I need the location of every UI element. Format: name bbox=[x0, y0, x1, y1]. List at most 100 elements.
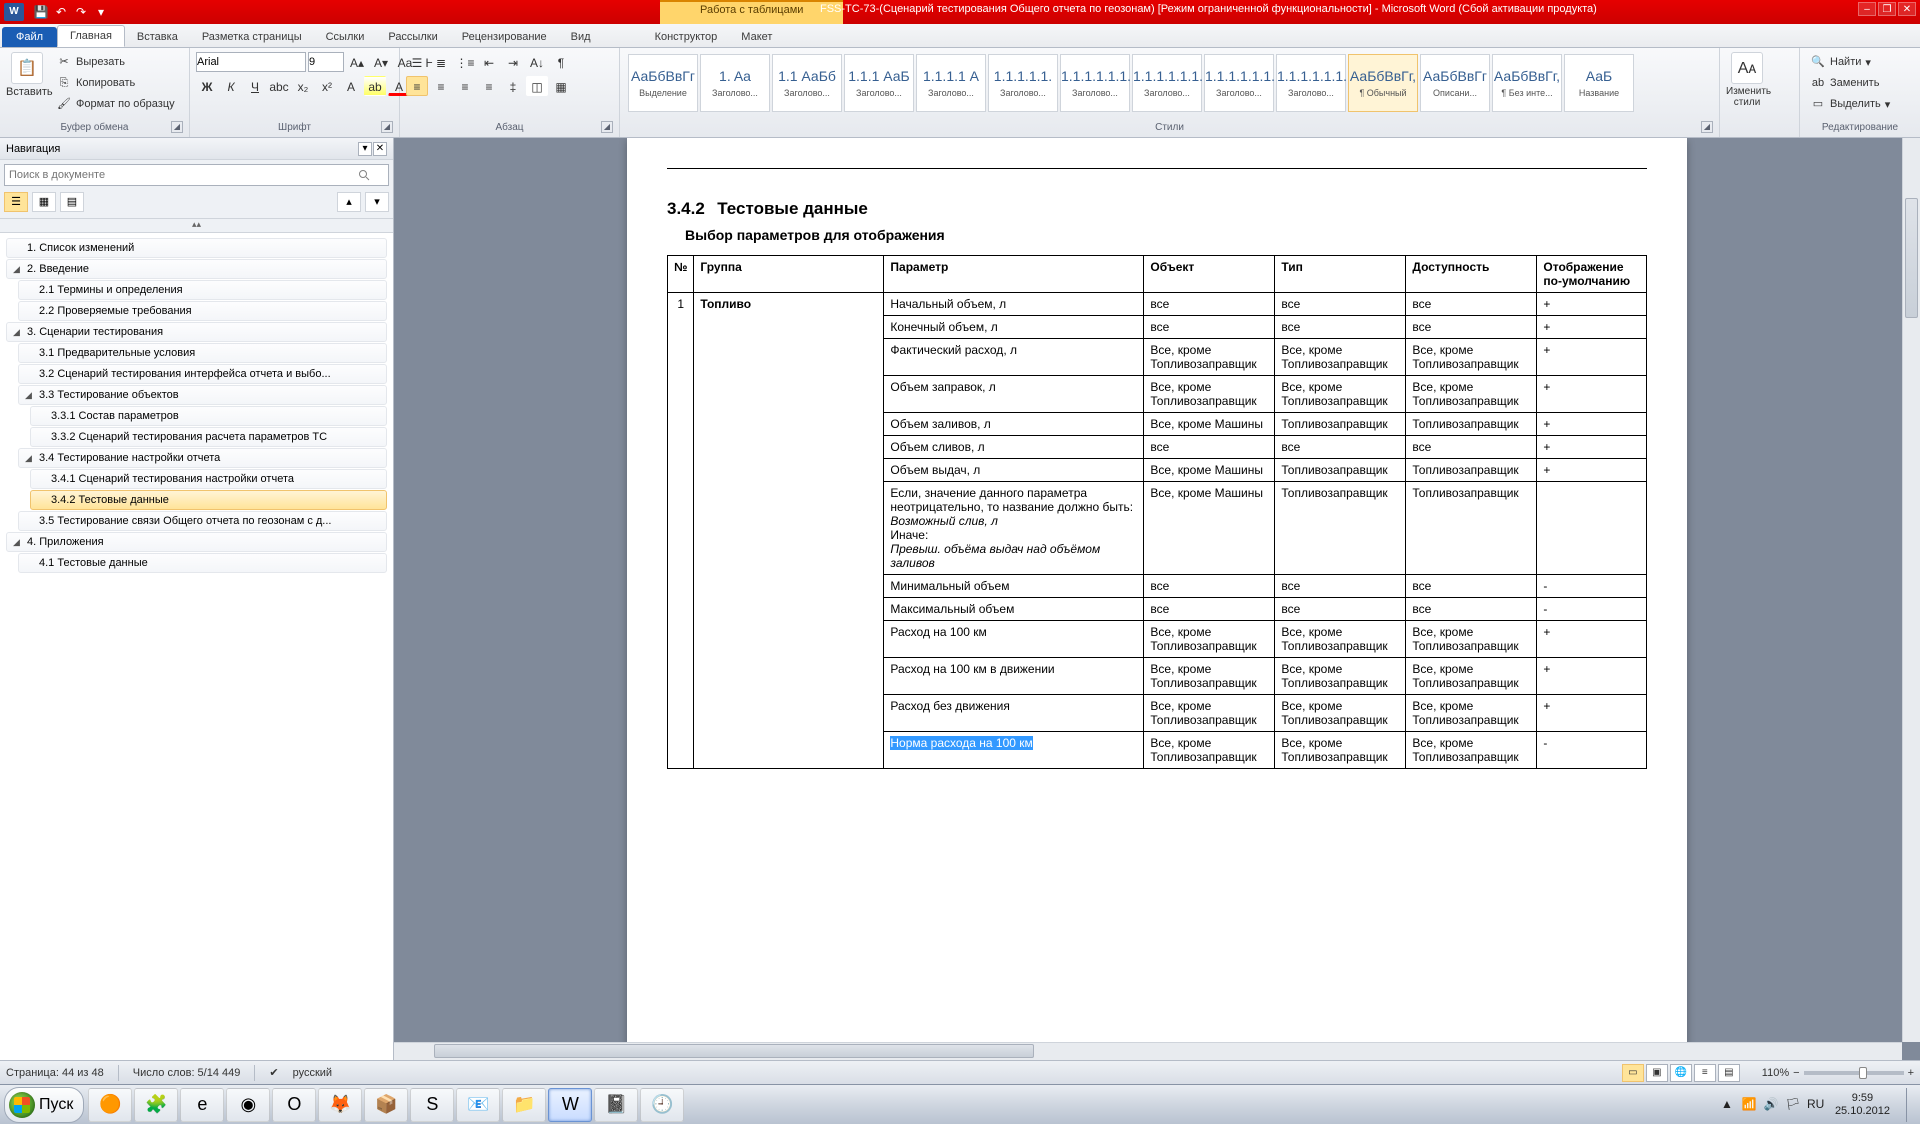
change-styles-button[interactable]: Aᴀ Изменить стили bbox=[1726, 52, 1768, 108]
style-5[interactable]: 1.1.1.1.1.Заголово... bbox=[988, 54, 1058, 112]
strike-icon[interactable]: abc bbox=[268, 76, 290, 96]
nav-node[interactable]: 4.1 Тестовые данные bbox=[18, 553, 387, 573]
zoom-out-icon[interactable]: − bbox=[1793, 1067, 1799, 1079]
align-right-icon[interactable]: ≡ bbox=[454, 76, 476, 96]
horizontal-scrollbar[interactable] bbox=[394, 1042, 1902, 1060]
underline-icon[interactable]: Ч bbox=[244, 76, 266, 96]
style-3[interactable]: 1.1.1 АаБЗаголово... bbox=[844, 54, 914, 112]
nav-view-results-icon[interactable]: ▤ bbox=[60, 192, 84, 212]
font-dialog-launcher[interactable]: ◢ bbox=[381, 121, 393, 133]
view-print-layout-icon[interactable]: ▭ bbox=[1622, 1064, 1644, 1082]
style-2[interactable]: 1.1 АаБбЗаголово... bbox=[772, 54, 842, 112]
hscroll-thumb[interactable] bbox=[434, 1044, 1034, 1058]
nav-node[interactable]: 3.2 Сценарий тестирования интерфейса отч… bbox=[18, 364, 387, 384]
tab-mailings[interactable]: Рассылки bbox=[376, 27, 449, 47]
select-button[interactable]: ▭Выделить ▾ bbox=[1806, 94, 1894, 114]
nav-node[interactable]: ◢3.4 Тестирование настройки отчета bbox=[18, 448, 387, 468]
taskbar-explorer-icon[interactable]: 📁 bbox=[502, 1088, 546, 1122]
nav-node[interactable]: ◢3.3 Тестирование объектов bbox=[18, 385, 387, 405]
qat-save-icon[interactable]: 💾 bbox=[32, 3, 50, 21]
numbering-icon[interactable]: ≣ bbox=[430, 52, 452, 72]
style-0[interactable]: АаБбВвГгВыделение bbox=[628, 54, 698, 112]
qat-redo-icon[interactable]: ↷ bbox=[72, 3, 90, 21]
style-12[interactable]: АаБбВвГг,¶ Без инте... bbox=[1492, 54, 1562, 112]
bold-icon[interactable]: Ж bbox=[196, 76, 218, 96]
style-8[interactable]: 1.1.1.1.1.1.Заголово... bbox=[1204, 54, 1274, 112]
close-button[interactable]: ✕ bbox=[1898, 2, 1916, 16]
paragraph-dialog-launcher[interactable]: ◢ bbox=[601, 121, 613, 133]
tray-lang-icon[interactable]: RU bbox=[1807, 1097, 1823, 1113]
sort-icon[interactable]: A↓ bbox=[526, 52, 548, 72]
grow-font-icon[interactable]: A▴ bbox=[346, 52, 368, 72]
nav-node[interactable]: 1. Список изменений bbox=[6, 238, 387, 258]
table-row[interactable]: 1ТопливоНачальный объем, лвсевсевсе+ bbox=[668, 293, 1647, 316]
tab-review[interactable]: Рецензирование bbox=[450, 27, 559, 47]
tray-hidden-icon[interactable]: ▲ bbox=[1719, 1097, 1735, 1113]
nav-node[interactable]: 3.4.2 Тестовые данные bbox=[30, 490, 387, 510]
nav-close-icon[interactable]: ✕ bbox=[373, 142, 387, 156]
taskbar-app-7[interactable]: 📦 bbox=[364, 1088, 408, 1122]
qat-customize-icon[interactable]: ▾ bbox=[92, 3, 110, 21]
proofing-icon[interactable]: ✔ bbox=[269, 1066, 278, 1079]
zoom-level[interactable]: 110% bbox=[1762, 1067, 1789, 1079]
shrink-font-icon[interactable]: A▾ bbox=[370, 52, 392, 72]
nav-node[interactable]: 3.1 Предварительные условия bbox=[18, 343, 387, 363]
nav-node[interactable]: 2.2 Проверяемые требования bbox=[18, 301, 387, 321]
tab-table-layout[interactable]: Макет bbox=[729, 27, 784, 47]
taskbar-clock-app-icon[interactable]: 🕘 bbox=[640, 1088, 684, 1122]
align-center-icon[interactable]: ≡ bbox=[430, 76, 452, 96]
nav-node[interactable]: 3.3.1 Состав параметров bbox=[30, 406, 387, 426]
font-name-combo[interactable] bbox=[196, 52, 306, 72]
nav-node[interactable]: ◢2. Введение bbox=[6, 259, 387, 279]
taskbar-opera-icon[interactable]: O bbox=[272, 1088, 316, 1122]
tab-view[interactable]: Вид bbox=[559, 27, 603, 47]
increase-indent-icon[interactable]: ⇥ bbox=[502, 52, 524, 72]
show-desktop-button[interactable] bbox=[1906, 1088, 1916, 1122]
zoom-slider[interactable] bbox=[1804, 1071, 1904, 1075]
nav-node[interactable]: 2.1 Термины и определения bbox=[18, 280, 387, 300]
restore-button[interactable]: ❐ bbox=[1878, 2, 1896, 16]
superscript-icon[interactable]: x² bbox=[316, 76, 338, 96]
style-9[interactable]: 1.1.1.1.1.1.Заголово... bbox=[1276, 54, 1346, 112]
italic-icon[interactable]: К bbox=[220, 76, 242, 96]
style-11[interactable]: АаБбВвГгОписани... bbox=[1420, 54, 1490, 112]
text-effects-icon[interactable]: A bbox=[340, 76, 362, 96]
tray-flag-icon[interactable]: 🏳 bbox=[1785, 1097, 1801, 1113]
nav-node[interactable]: ◢3. Сценарии тестирования bbox=[6, 322, 387, 342]
tray-network-icon[interactable]: 📶 bbox=[1741, 1097, 1757, 1113]
multilevel-icon[interactable]: ⋮≡ bbox=[454, 52, 476, 72]
nav-search-input[interactable] bbox=[4, 164, 389, 186]
tab-references[interactable]: Ссылки bbox=[314, 27, 377, 47]
tray-clock[interactable]: 9:59 25.10.2012 bbox=[1829, 1092, 1896, 1118]
nav-node[interactable]: 3.4.1 Сценарий тестирования настройки от… bbox=[30, 469, 387, 489]
zoom-knob[interactable] bbox=[1859, 1067, 1867, 1079]
view-outline-icon[interactable]: ≡ bbox=[1694, 1064, 1716, 1082]
find-button[interactable]: 🔍Найти ▾ bbox=[1806, 52, 1894, 72]
styles-dialog-launcher[interactable]: ◢ bbox=[1701, 121, 1713, 133]
style-6[interactable]: 1.1.1.1.1.1.Заголово... bbox=[1060, 54, 1130, 112]
style-7[interactable]: 1.1.1.1.1.1.Заголово... bbox=[1132, 54, 1202, 112]
nav-options-icon[interactable]: ▾ bbox=[358, 142, 372, 156]
nav-view-headings-icon[interactable]: ☰ bbox=[4, 192, 28, 212]
document-area[interactable]: 3.4.2 Тестовые данные Выбор параметров д… bbox=[394, 138, 1920, 1060]
vscroll-thumb[interactable] bbox=[1905, 198, 1918, 318]
style-10[interactable]: АаБбВвГг,¶ Обычный bbox=[1348, 54, 1418, 112]
nav-node[interactable]: 3.3.2 Сценарий тестирования расчета пара… bbox=[30, 427, 387, 447]
line-spacing-icon[interactable]: ‡ bbox=[502, 76, 524, 96]
shading-icon[interactable]: ◫ bbox=[526, 76, 548, 96]
subscript-icon[interactable]: x₂ bbox=[292, 76, 314, 96]
taskbar-word-icon[interactable]: W bbox=[548, 1088, 592, 1122]
view-draft-icon[interactable]: ▤ bbox=[1718, 1064, 1740, 1082]
format-painter-button[interactable]: 🖌Формат по образцу bbox=[52, 94, 179, 114]
minimize-button[interactable]: – bbox=[1858, 2, 1876, 16]
taskbar-outlook-icon[interactable]: 📧 bbox=[456, 1088, 500, 1122]
taskbar-notepad-icon[interactable]: 📓 bbox=[594, 1088, 638, 1122]
start-button[interactable]: Пуск bbox=[4, 1087, 84, 1123]
copy-button[interactable]: ⎘Копировать bbox=[52, 73, 179, 93]
file-tab[interactable]: Файл bbox=[2, 27, 57, 47]
style-4[interactable]: 1.1.1.1 АЗаголово... bbox=[916, 54, 986, 112]
nav-prev-icon[interactable]: ▴ bbox=[337, 192, 361, 212]
nav-node[interactable]: 3.5 Тестирование связи Общего отчета по … bbox=[18, 511, 387, 531]
view-full-screen-icon[interactable]: ▣ bbox=[1646, 1064, 1668, 1082]
nav-next-icon[interactable]: ▾ bbox=[365, 192, 389, 212]
